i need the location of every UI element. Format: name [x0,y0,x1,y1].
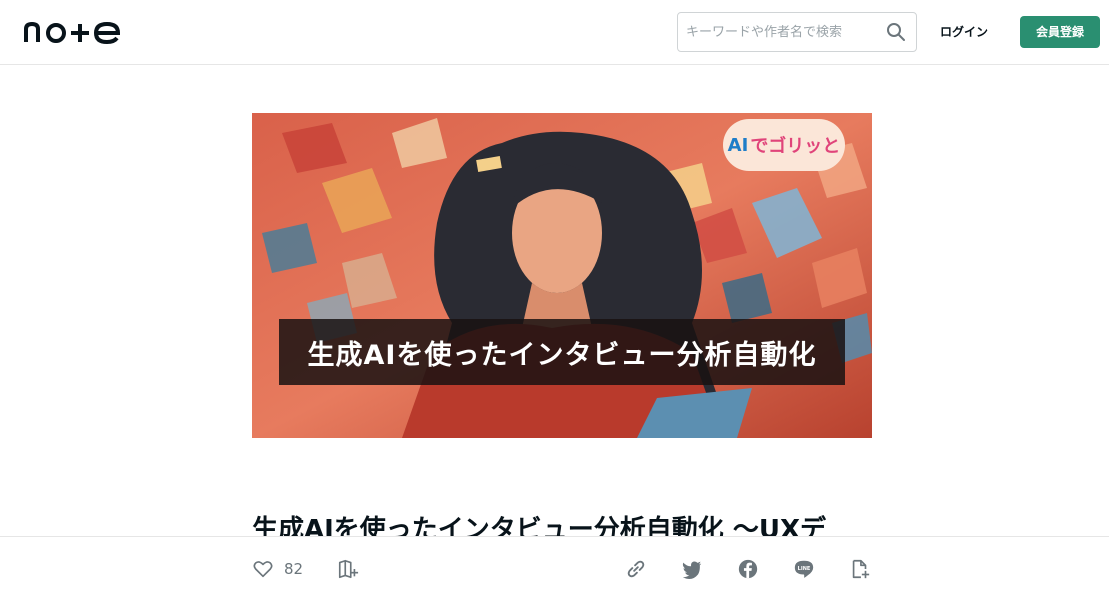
line-icon: LINE [794,560,814,578]
share-line-button[interactable]: LINE [793,557,815,581]
note-logo[interactable] [24,20,124,45]
signup-button[interactable]: 会員登録 [1020,16,1100,48]
share-facebook-button[interactable] [737,557,759,581]
site-header: ログイン 会員登録 [0,0,1109,65]
magazine-add-icon [338,559,359,579]
search-box [677,12,917,52]
add-to-magazine-button[interactable] [337,557,359,581]
search-input[interactable] [686,13,882,51]
hero-banner-text: 生成AIを使ったインタビュー分析自動化 [307,339,817,371]
hero-banner: 生成AIを使ったインタビュー分析自動化 [279,319,845,385]
hero-image: AI でゴリッと 生成AIを使ったインタビュー分析自動化 [252,113,872,438]
badge-ai-text: AI [727,134,749,156]
login-link[interactable]: ログイン [930,20,998,44]
article-title: 生成AIを使ったインタビュー分析自動化 〜UXデ [252,515,827,536]
article-title-container: 生成AIを使ったインタビュー分析自動化 〜UXデ [252,512,872,536]
share-twitter-button[interactable] [681,557,703,581]
twitter-icon [682,561,702,580]
copy-link-button[interactable] [625,557,647,581]
embed-button[interactable] [849,557,871,581]
like-button[interactable]: 82 [252,557,303,581]
search-icon[interactable] [886,22,906,42]
article-action-bar: 82 LINE [0,536,1109,600]
embed-icon [852,559,870,579]
like-count: 82 [284,560,304,578]
badge-rest-text: でゴリッと [750,136,841,157]
link-icon [627,560,645,578]
facebook-icon [738,559,758,579]
series-badge: AI でゴリッと [723,119,845,171]
svg-text:LINE: LINE [798,566,811,572]
heart-icon [253,561,273,578]
